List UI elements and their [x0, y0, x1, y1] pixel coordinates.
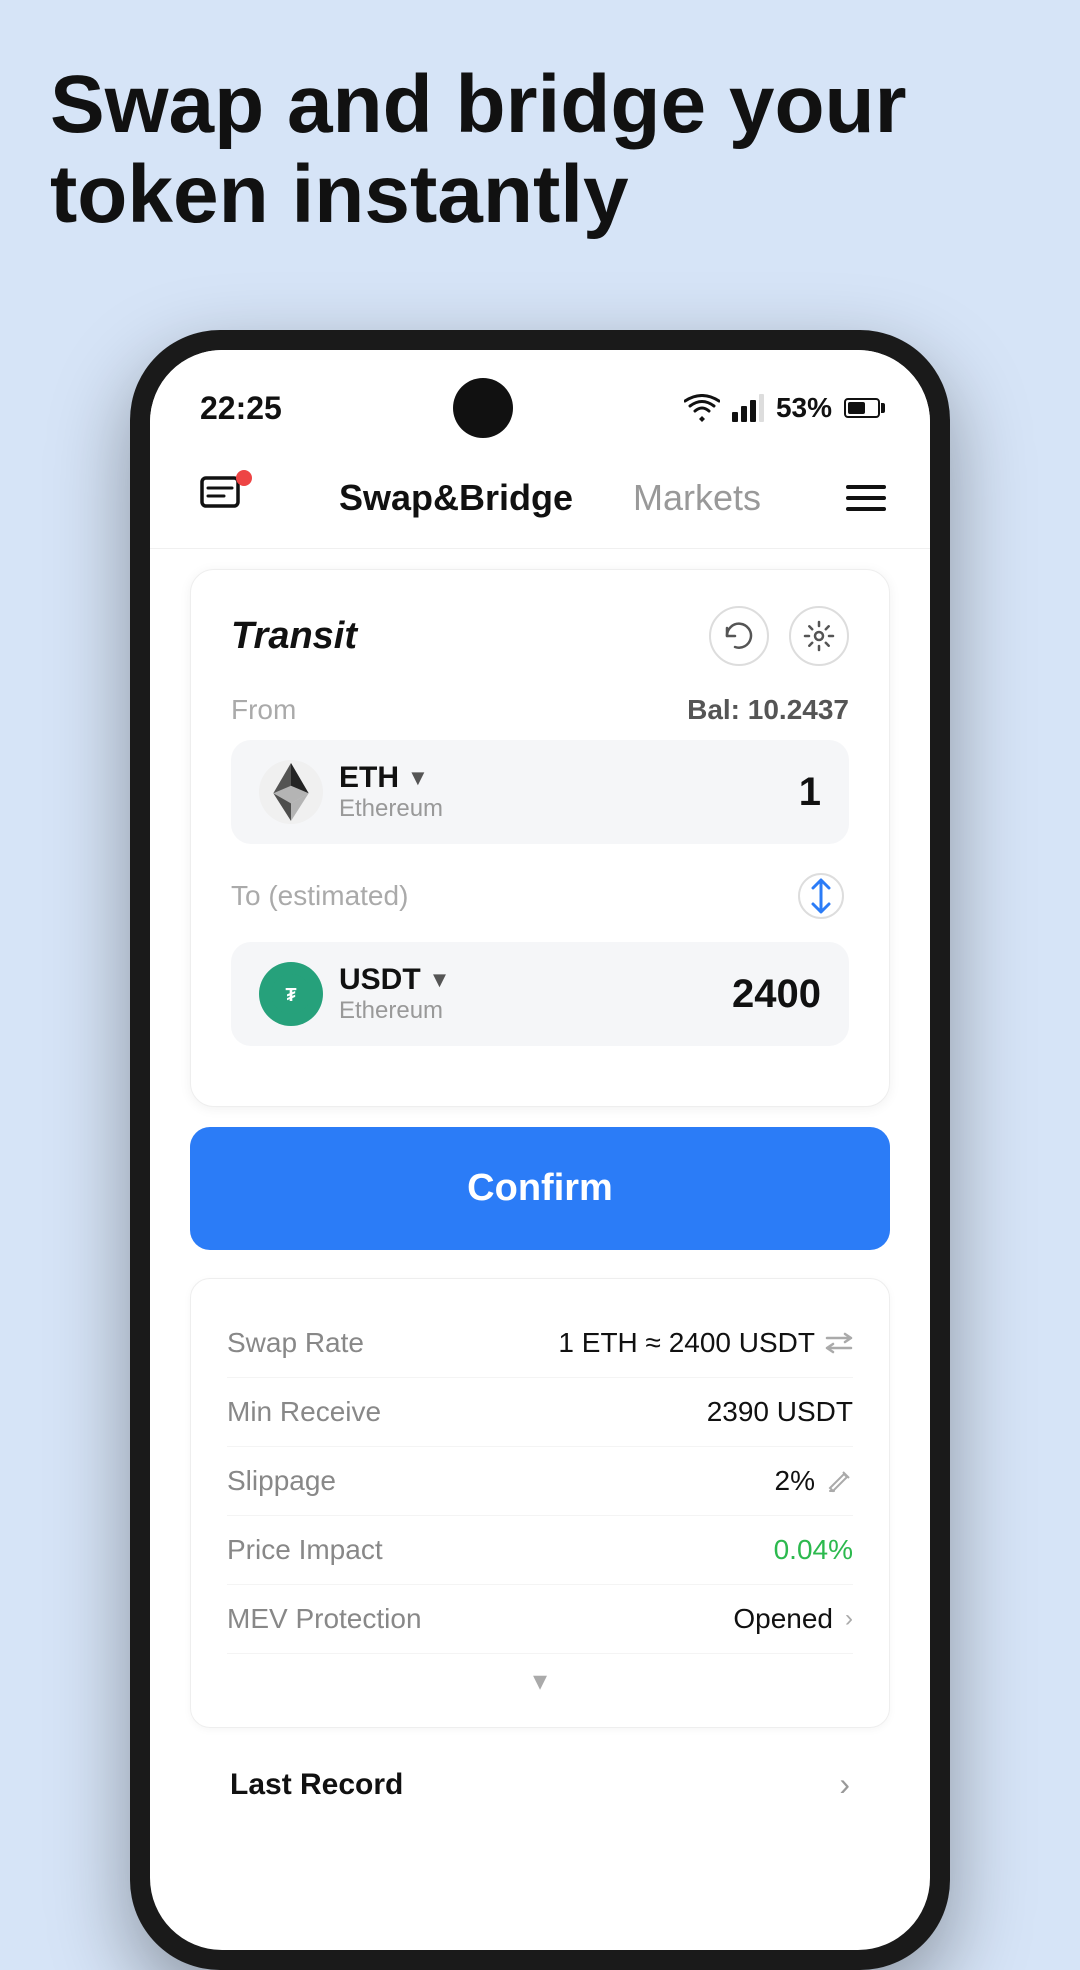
to-token-info: USDT ▼ Ethereum — [339, 963, 450, 1025]
status-icons: 53% — [684, 392, 880, 424]
balance-display: Bal: 10.2437 — [687, 694, 849, 726]
to-amount: 2400 — [732, 972, 821, 1017]
wifi-icon — [684, 394, 720, 422]
slippage-label: Slippage — [227, 1465, 336, 1497]
from-label: From — [231, 694, 296, 726]
tab-markets[interactable]: Markets — [633, 477, 761, 519]
from-label-row: From Bal: 10.2437 — [231, 694, 849, 726]
mev-protection-value: Opened › — [733, 1603, 853, 1635]
battery-percentage: 53% — [776, 392, 832, 424]
price-impact-label: Price Impact — [227, 1534, 383, 1566]
slippage-edit-icon[interactable] — [827, 1468, 853, 1494]
tab-swap-bridge[interactable]: Swap&Bridge — [339, 477, 573, 519]
usdt-logo: ₮ — [259, 962, 323, 1026]
from-token-input: ETH ▼ Ethereum 1 — [231, 740, 849, 844]
price-impact-value: 0.04% — [774, 1534, 853, 1566]
menu-button[interactable] — [846, 485, 886, 511]
settings-button[interactable] — [789, 606, 849, 666]
last-record-arrow[interactable]: › — [839, 1766, 850, 1803]
to-token-chain: Ethereum — [339, 997, 450, 1025]
info-footer: ▾ — [227, 1654, 853, 1697]
slippage-value: 2% — [775, 1465, 853, 1497]
from-token-symbol: ETH ▼ — [339, 761, 443, 795]
from-token-chevron: ▼ — [407, 765, 429, 791]
min-receive-value: 2390 USDT — [707, 1396, 853, 1428]
refresh-button[interactable] — [709, 606, 769, 666]
hero-section: Swap and bridge your token instantly — [50, 60, 1030, 240]
swap-rate-label: Swap Rate — [227, 1327, 364, 1359]
main-content: Transit — [150, 549, 930, 1851]
to-token-chevron: ▼ — [429, 967, 451, 993]
transit-card: Transit — [190, 569, 890, 1107]
card-actions — [709, 606, 849, 666]
nav-bar: Swap&Bridge Markets — [150, 448, 930, 549]
collapse-icon[interactable]: ▾ — [533, 1664, 547, 1697]
last-record-row: Last Record › — [190, 1738, 890, 1831]
hero-title: Swap and bridge your token instantly — [50, 60, 1030, 240]
phone-frame: 22:25 53% — [130, 330, 950, 1970]
to-token-selector[interactable]: ₮ USDT ▼ Ethereum — [259, 962, 450, 1026]
svg-text:₮: ₮ — [286, 985, 297, 1005]
eth-logo — [259, 760, 323, 824]
from-amount[interactable]: 1 — [799, 770, 821, 815]
to-label: To (estimated) — [231, 880, 408, 912]
phone-screen: 22:25 53% — [150, 350, 930, 1950]
notifications-button[interactable] — [194, 468, 254, 528]
mev-protection-label: MEV Protection — [227, 1603, 422, 1635]
signal-icon — [732, 394, 764, 422]
swap-divider: To (estimated) — [231, 868, 849, 924]
swap-info-card: Swap Rate 1 ETH ≈ 2400 USDT Min Receive … — [190, 1278, 890, 1728]
swap-direction-button[interactable] — [793, 868, 849, 924]
to-token-symbol: USDT ▼ — [339, 963, 450, 997]
min-receive-row: Min Receive 2390 USDT — [227, 1378, 853, 1447]
price-impact-row: Price Impact 0.04% — [227, 1516, 853, 1585]
mev-arrow-icon: › — [845, 1605, 853, 1633]
swap-rate-value: 1 ETH ≈ 2400 USDT — [558, 1327, 853, 1359]
notification-badge — [236, 470, 252, 486]
from-token-selector[interactable]: ETH ▼ Ethereum — [259, 760, 443, 824]
min-receive-label: Min Receive — [227, 1396, 381, 1428]
swap-rate-row: Swap Rate 1 ETH ≈ 2400 USDT — [227, 1309, 853, 1378]
battery-icon — [844, 398, 880, 418]
nav-tabs: Swap&Bridge Markets — [254, 477, 846, 519]
camera-notch — [453, 378, 513, 438]
status-time: 22:25 — [200, 390, 282, 427]
transit-brand: Transit — [231, 615, 357, 658]
mev-protection-row[interactable]: MEV Protection Opened › — [227, 1585, 853, 1654]
from-token-chain: Ethereum — [339, 795, 443, 823]
card-header: Transit — [231, 606, 849, 666]
swap-rate-icon — [825, 1332, 853, 1354]
status-bar: 22:25 53% — [150, 350, 930, 448]
to-token-input: ₮ USDT ▼ Ethereum 2400 — [231, 942, 849, 1046]
slippage-row: Slippage 2% — [227, 1447, 853, 1516]
from-token-info: ETH ▼ Ethereum — [339, 761, 443, 823]
last-record-label: Last Record — [230, 1768, 403, 1802]
confirm-button[interactable]: Confirm — [190, 1127, 890, 1250]
